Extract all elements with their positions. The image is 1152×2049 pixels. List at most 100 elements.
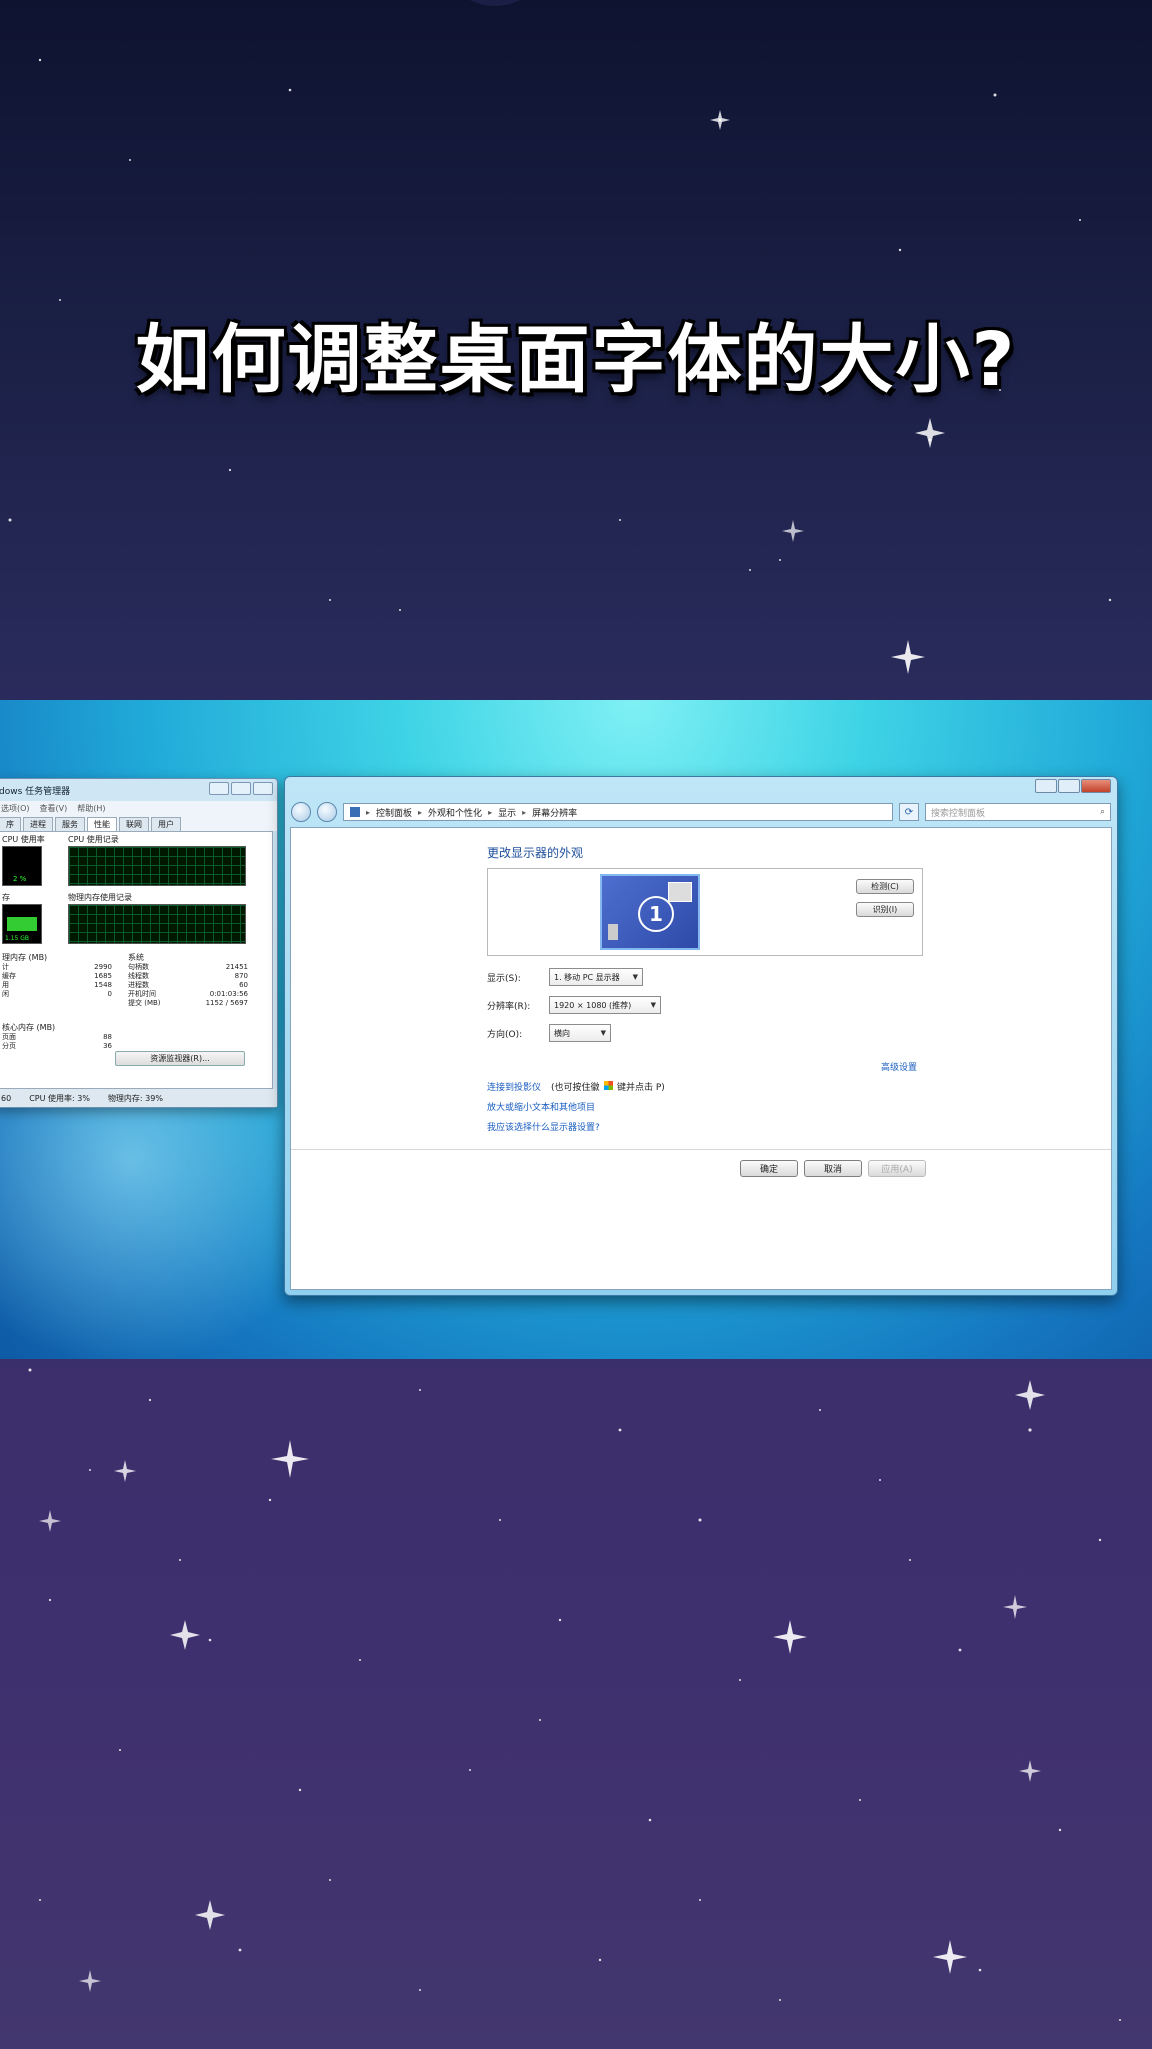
- row-key: 闲: [2, 990, 9, 998]
- navigation-bar: ▸ 控制面板 ▸ 外观和个性化 ▸ 显示 ▸ 屏幕分辨率 ⟳ 搜索控制面板 ⌕: [291, 801, 1111, 823]
- status-processes: 60: [1, 1093, 12, 1103]
- tab-networking[interactable]: 联网: [119, 817, 149, 831]
- orientation-label: 方向(O):: [487, 1029, 523, 1040]
- physical-memory-table: 计 2990 缓存 1685 用 1548 闲0: [2, 963, 112, 999]
- resource-monitor-button[interactable]: 资源监视器(R)...: [115, 1051, 245, 1066]
- task-manager-menubar: 选项(O) 查看(V) 帮助(H): [0, 801, 277, 815]
- table-row: 缓存 1685: [2, 972, 112, 981]
- row-key: 提交 (MB): [128, 999, 161, 1007]
- table-row: 提交 (MB) 1152 / 5697: [128, 999, 248, 1008]
- resolution-value: 1920 × 1080 (推荐): [554, 1000, 632, 1010]
- memory-fill: [7, 917, 37, 931]
- orientation-select[interactable]: 横向 ▼: [549, 1024, 611, 1042]
- task-manager-window[interactable]: dows 任务管理器 选项(O) 查看(V) 帮助(H) 序 进程 服务 性能 …: [0, 778, 278, 1108]
- row-key: 用: [2, 981, 9, 989]
- apply-button-label: 应用(A): [881, 1165, 913, 1175]
- table-row: 开机时间 0:01:03:56: [128, 990, 248, 999]
- apply-button[interactable]: 应用(A): [868, 1160, 926, 1177]
- search-icon[interactable]: ⌕: [1100, 807, 1105, 817]
- search-input[interactable]: 搜索控制面板 ⌕: [925, 803, 1111, 821]
- kernel-memory-table: 页面 88 分页 36: [2, 1033, 112, 1051]
- projector-hint-2: 键并点击 P): [617, 1083, 665, 1093]
- table-row: 计 2990: [2, 963, 112, 972]
- breadcrumb-item[interactable]: 控制面板: [376, 806, 412, 819]
- row-key: 句柄数: [128, 963, 149, 971]
- chevron-down-icon: ▼: [632, 973, 638, 981]
- monitor-1-tile[interactable]: 1: [600, 874, 700, 950]
- refresh-icon[interactable]: ⟳: [899, 803, 919, 821]
- resolution-select[interactable]: 1920 × 1080 (推荐) ▼: [549, 996, 661, 1014]
- close-icon[interactable]: [1081, 779, 1111, 793]
- orientation-value: 横向: [554, 1028, 570, 1038]
- ok-button-label: 确定: [759, 1165, 778, 1175]
- window-thumbnail: [668, 882, 692, 902]
- detect-button[interactable]: 检测(C): [856, 879, 914, 894]
- row-value: 1152 / 5697: [205, 999, 248, 1007]
- divider: [291, 1149, 1111, 1150]
- system-label: 系统: [128, 953, 144, 962]
- windows-screenshot: dows 任务管理器 选项(O) 查看(V) 帮助(H) 序 进程 服务 性能 …: [0, 700, 1152, 1359]
- tab-services[interactable]: 服务: [55, 817, 85, 831]
- minimize-icon[interactable]: [1035, 779, 1057, 793]
- breadcrumb-item[interactable]: 外观和个性化: [428, 806, 482, 819]
- row-key: 线程数: [128, 972, 149, 980]
- cancel-button-label: 取消: [823, 1165, 842, 1175]
- forward-arrow-icon[interactable]: [317, 802, 337, 822]
- status-cpu: CPU 使用率: 3%: [29, 1093, 90, 1103]
- tab-applications[interactable]: 序: [0, 817, 21, 831]
- cpu-history-label: CPU 使用记录: [68, 835, 119, 844]
- row-value: 1548: [94, 981, 112, 989]
- display-select[interactable]: 1. 移动 PC 显示器 ▼: [549, 968, 643, 986]
- display-value: 1. 移动 PC 显示器: [554, 972, 620, 982]
- row-key: 计: [2, 963, 9, 971]
- row-key: 分页: [2, 1042, 16, 1050]
- screen-resolution-window[interactable]: ▸ 控制面板 ▸ 外观和个性化 ▸ 显示 ▸ 屏幕分辨率 ⟳ 搜索控制面板 ⌕ …: [284, 776, 1118, 1296]
- tab-performance[interactable]: 性能: [87, 817, 117, 831]
- close-icon[interactable]: [253, 782, 273, 795]
- row-key: 缓存: [2, 972, 16, 980]
- task-manager-statusbar: 60 CPU 使用率: 3% 物理内存: 39%: [0, 1089, 277, 1107]
- row-value: 2990: [94, 963, 112, 971]
- section-heading: 更改显示器的外观: [487, 846, 584, 860]
- identify-button-label: 识别(I): [872, 905, 898, 914]
- display-settings-help-link[interactable]: 我应该选择什么显示器设置?: [487, 1120, 600, 1133]
- windows-logo-icon: [604, 1081, 613, 1090]
- address-bar[interactable]: ▸ 控制面板 ▸ 外观和个性化 ▸ 显示 ▸ 屏幕分辨率: [343, 803, 893, 821]
- cancel-button[interactable]: 取消: [804, 1160, 862, 1177]
- back-arrow-icon[interactable]: [291, 802, 311, 822]
- ok-button[interactable]: 确定: [740, 1160, 798, 1177]
- maximize-icon[interactable]: [231, 782, 251, 795]
- detect-button-label: 检测(C): [871, 882, 899, 891]
- table-row: 分页 36: [2, 1042, 112, 1051]
- identify-button[interactable]: 识别(I): [856, 902, 914, 917]
- projector-link[interactable]: 连接到投影仪: [487, 1080, 541, 1093]
- table-row: 进程数 60: [128, 981, 248, 990]
- table-row: 线程数 870: [128, 972, 248, 981]
- projector-hint: (也可按住徽: [551, 1083, 600, 1093]
- orientation-row: 方向(O): 横向 ▼: [487, 1024, 611, 1042]
- breadcrumb-item[interactable]: 屏幕分辨率: [532, 806, 577, 819]
- menu-item[interactable]: 选项(O): [1, 803, 30, 814]
- tab-users[interactable]: 用户: [151, 817, 181, 831]
- memory-history-label: 物理内存使用记录: [68, 893, 132, 902]
- window-controls: [1035, 779, 1111, 793]
- page-title: 如何调整桌面字体的大小?: [135, 317, 1017, 403]
- advanced-settings-link[interactable]: 高级设置: [881, 1060, 917, 1073]
- system-table: 句柄数 21451 线程数 870 进程数 60 开机时间 0:01:03:56 提交 …: [128, 963, 248, 1008]
- physical-memory-label: 理内存 (MB): [2, 953, 48, 962]
- kernel-memory-label: 核心内存 (MB): [2, 1023, 56, 1032]
- text-size-link[interactable]: 放大或缩小文本和其他项目: [487, 1100, 595, 1113]
- search-placeholder: 搜索控制面板: [931, 808, 986, 819]
- row-key: 页面: [2, 1033, 16, 1041]
- chevron-down-icon: ▼: [650, 1001, 656, 1009]
- tab-processes[interactable]: 进程: [23, 817, 53, 831]
- menu-item[interactable]: 帮助(H): [77, 803, 105, 814]
- menu-item[interactable]: 查看(V): [40, 803, 68, 814]
- display-row: 显示(S): 1. 移动 PC 显示器 ▼: [487, 968, 643, 986]
- row-key: 进程数: [128, 981, 149, 989]
- content-area: 更改显示器的外观 1 检测(C) 识别(I) 显示(S): 1. 移动 PC 显…: [290, 827, 1112, 1290]
- cpu-value: 2 %: [13, 875, 27, 883]
- breadcrumb-item[interactable]: 显示: [498, 806, 516, 819]
- maximize-icon[interactable]: [1058, 779, 1080, 793]
- minimize-icon[interactable]: [209, 782, 229, 795]
